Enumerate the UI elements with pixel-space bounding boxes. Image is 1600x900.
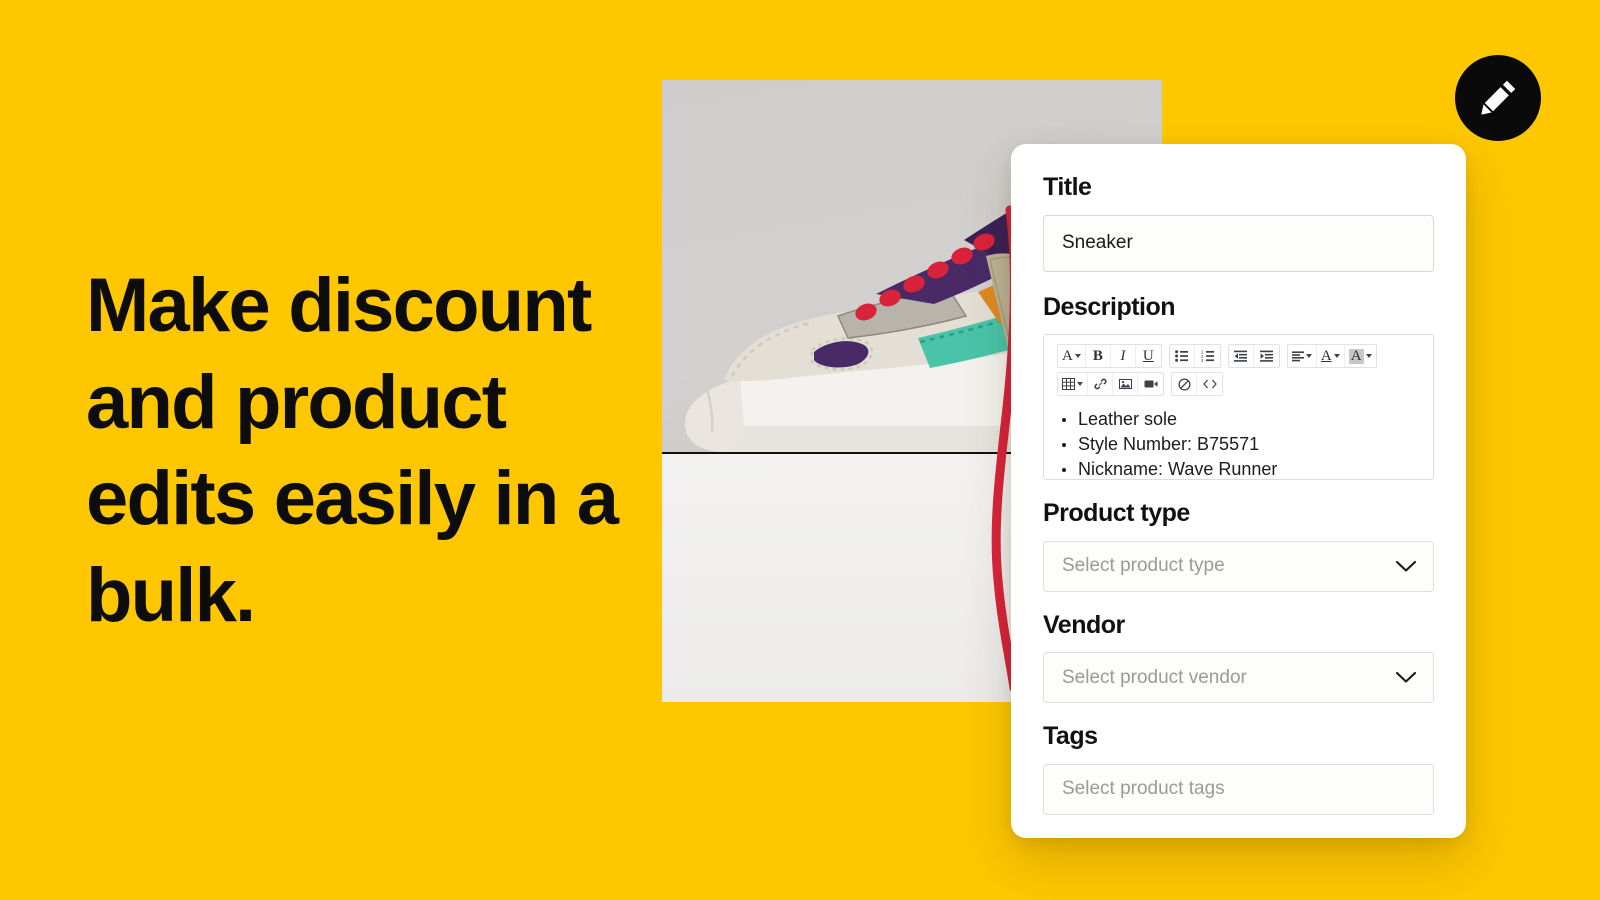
hero-banner: Make discount and product edits easily i… (0, 0, 1600, 900)
source-code-button[interactable] (1197, 373, 1222, 395)
pencil-icon (1476, 76, 1520, 120)
tags-input[interactable]: Select product tags (1043, 763, 1434, 815)
list-item: Leather sole (1058, 407, 1433, 432)
list-item: Style Number: B75571 (1058, 432, 1433, 457)
title-input-value: Sneaker (1062, 232, 1133, 253)
list-numbered-icon: 1 2 3 (1201, 350, 1214, 362)
toolbar-group-font: A B I U (1057, 344, 1162, 368)
increase-indent-button[interactable] (1253, 345, 1279, 367)
tags-placeholder: Select product tags (1062, 778, 1225, 799)
editor-toolbar-row-2 (1044, 371, 1433, 397)
tags-field-group: Tags Select product tags (1043, 722, 1434, 815)
image-icon (1118, 379, 1132, 389)
decrease-indent-button[interactable] (1228, 345, 1254, 367)
align-left-icon (1291, 350, 1304, 361)
page-title: Make discount and product edits easily i… (86, 263, 619, 638)
table-dropdown[interactable] (1058, 373, 1088, 395)
list-bullet-icon (1175, 350, 1189, 362)
description-rich-text-editor[interactable]: A B I U 1 2 3 A A Leather sole Style Num… (1043, 334, 1434, 480)
chevron-down-icon (1365, 354, 1372, 358)
outdent-icon (1234, 350, 1248, 362)
title-field-group: Title Sneaker (1043, 173, 1434, 272)
product-edit-card: Title Sneaker Description A B I U 1 2 3 … (1011, 144, 1466, 838)
list-item: Nickname: Wave Runner (1058, 457, 1433, 479)
chevron-down-icon (1077, 382, 1083, 386)
video-icon (1144, 380, 1157, 388)
numbered-list-button[interactable]: 1 2 3 (1194, 345, 1220, 367)
editor-toolbar-row-1: A B I U 1 2 3 A A (1044, 343, 1433, 369)
italic-button[interactable]: I (1110, 345, 1136, 367)
product-type-field-group: Product type Select product type (1043, 499, 1434, 592)
description-bullet-list: Leather sole Style Number: B75571 Nickna… (1058, 407, 1433, 479)
chevron-down-icon (1395, 560, 1417, 572)
insert-link-button[interactable] (1088, 373, 1113, 395)
insert-image-button[interactable] (1113, 373, 1138, 395)
description-label: Description (1043, 292, 1176, 321)
vendor-placeholder: Select product vendor (1062, 666, 1247, 688)
highlight-color-dropdown[interactable]: A (1344, 345, 1376, 367)
chevron-down-icon (1395, 671, 1417, 683)
insert-video-button[interactable] (1138, 373, 1163, 395)
vendor-label: Vendor (1043, 610, 1125, 639)
font-family-dropdown[interactable]: A (1058, 345, 1086, 367)
align-dropdown[interactable] (1287, 345, 1317, 367)
bulleted-list-button[interactable] (1169, 345, 1195, 367)
code-icon (1202, 379, 1217, 389)
vendor-select[interactable]: Select product vendor (1043, 652, 1434, 703)
description-field-group: Description A B I U 1 2 3 A A Leather so… (1043, 292, 1434, 480)
toolbar-group-indent (1227, 344, 1280, 368)
vendor-field-group: Vendor Select product vendor (1043, 610, 1434, 703)
toolbar-group-lists: 1 2 3 (1168, 344, 1221, 368)
underline-button[interactable]: U (1135, 345, 1161, 367)
indent-icon (1259, 350, 1273, 362)
toolbar-group-color: A A (1286, 344, 1377, 368)
link-icon (1093, 378, 1107, 390)
text-color-dropdown[interactable]: A (1316, 345, 1345, 367)
title-label: Title (1043, 173, 1092, 201)
no-entry-icon (1177, 377, 1191, 391)
product-type-placeholder: Select product type (1062, 555, 1225, 576)
description-content[interactable]: Leather sole Style Number: B75571 Nickna… (1044, 397, 1433, 479)
product-type-select[interactable]: Select product type (1043, 540, 1434, 592)
toolbar-group-format (1171, 372, 1223, 396)
clear-formatting-button[interactable] (1172, 373, 1197, 395)
edit-badge[interactable] (1455, 55, 1541, 141)
product-type-label: Product type (1043, 499, 1190, 527)
bold-button[interactable]: B (1085, 345, 1111, 367)
svg-text:3: 3 (1201, 358, 1204, 362)
tags-label: Tags (1043, 722, 1098, 750)
chevron-down-icon (1074, 354, 1081, 358)
title-input[interactable]: Sneaker (1043, 214, 1434, 272)
table-icon (1062, 378, 1075, 390)
chevron-down-icon (1333, 354, 1340, 358)
chevron-down-icon (1305, 354, 1312, 358)
toolbar-group-insert (1057, 372, 1164, 396)
